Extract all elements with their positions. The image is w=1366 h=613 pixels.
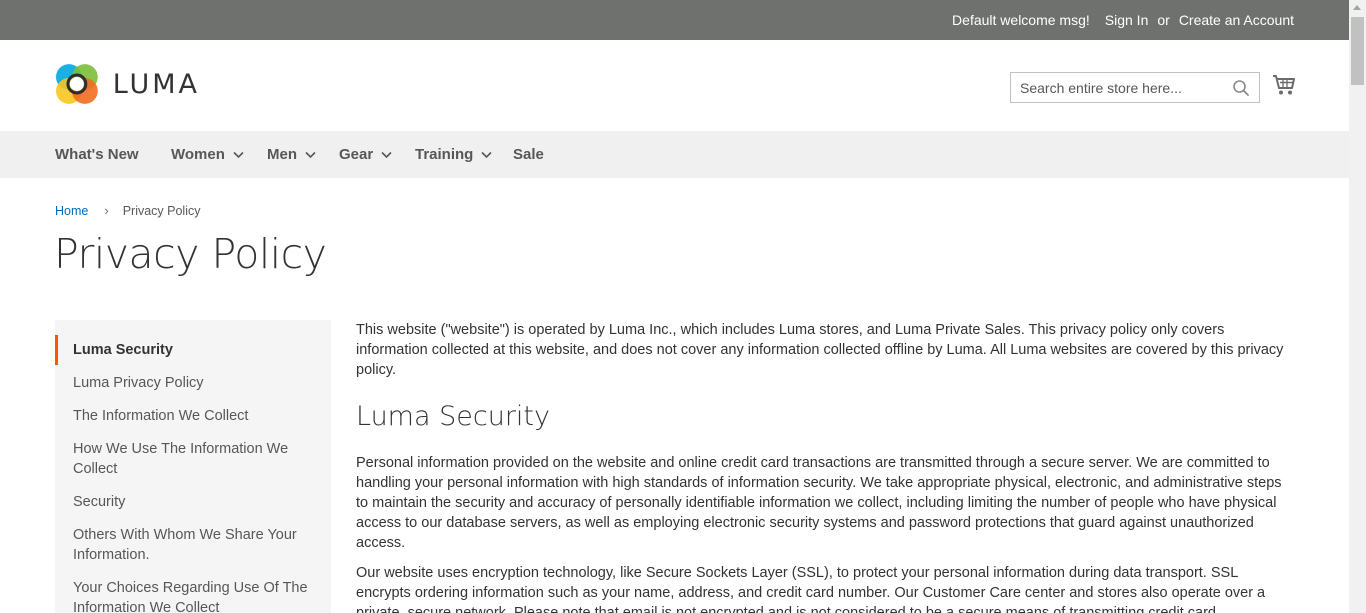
or-text: or [1157, 12, 1170, 28]
luma-logo-icon [55, 64, 98, 104]
chevron-down-icon [305, 151, 316, 158]
sidebar-item-information-we-collect[interactable]: The Information We Collect [55, 406, 331, 426]
sign-in-link[interactable]: Sign In [1105, 12, 1149, 28]
page-title: Privacy Policy [54, 230, 327, 278]
nav-item-training[interactable]: Training [415, 131, 492, 178]
breadcrumb-home-link[interactable]: Home [55, 204, 88, 218]
security-paragraph-2: Our website uses encryption technology, … [356, 565, 1266, 613]
section-heading: Luma Security [356, 401, 550, 432]
chevron-down-icon [481, 151, 492, 158]
scroll-thumb[interactable] [1351, 17, 1364, 85]
sidebar-item-luma-privacy-policy[interactable]: Luma Privacy Policy [55, 373, 331, 393]
breadcrumb: Home › Privacy Policy [55, 203, 200, 218]
nav-item-whats-new[interactable]: What's New [55, 131, 139, 178]
nav-item-gear[interactable]: Gear [339, 131, 392, 178]
intro-paragraph: This website ("website") is operated by … [356, 322, 1284, 378]
scroll-up-icon[interactable] [1353, 5, 1361, 10]
page: Default welcome msg! Sign In or Create a… [0, 0, 1349, 613]
nav-item-men[interactable]: Men [267, 131, 316, 178]
breadcrumb-separator: › [104, 203, 109, 218]
welcome-message: Default welcome msg! [952, 12, 1090, 28]
page-scrollbar[interactable] [1349, 0, 1366, 613]
sidebar-item-your-choices[interactable]: Your Choices Regarding Use Of The Inform… [55, 578, 331, 613]
sidebar-item-security[interactable]: Security [55, 492, 331, 512]
nav-item-women[interactable]: Women [171, 131, 244, 178]
logo[interactable]: LUMA [55, 62, 200, 106]
nav-item-label: Sale [513, 146, 544, 163]
sidebar-item-luma-security[interactable]: Luma Security [55, 335, 331, 365]
nav-item-label: Women [171, 146, 225, 163]
search-box [1010, 72, 1260, 103]
chevron-down-icon [233, 151, 244, 158]
search-icon[interactable] [1232, 79, 1250, 97]
nav-item-label: What's New [55, 146, 139, 163]
create-account-link[interactable]: Create an Account [1179, 12, 1294, 28]
sidebar-nav: Luma Security Luma Privacy Policy The In… [55, 320, 331, 613]
sidebar-item-others-we-share-with[interactable]: Others With Whom We Share Your Informati… [55, 525, 331, 565]
nav-item-label: Men [267, 146, 297, 163]
nav-item-sale[interactable]: Sale [513, 131, 544, 178]
chevron-down-icon [381, 151, 392, 158]
breadcrumb-current: Privacy Policy [122, 203, 201, 218]
header-links: Default welcome msg! Sign In or Create a… [952, 0, 1294, 40]
sidebar-item-how-we-use-information[interactable]: How We Use The Information We Collect [55, 439, 331, 479]
cart-icon[interactable] [1272, 74, 1296, 96]
logo-text: LUMA [112, 68, 200, 100]
main-nav: What's New Women Men Gear Training Sale [0, 131, 1349, 178]
search-input[interactable] [1011, 73, 1231, 102]
security-paragraph-1: Personal information provided on the web… [356, 455, 1282, 551]
nav-item-label: Gear [339, 146, 374, 163]
nav-item-label: Training [415, 146, 474, 163]
panel-header: Default welcome msg! Sign In or Create a… [0, 0, 1349, 40]
